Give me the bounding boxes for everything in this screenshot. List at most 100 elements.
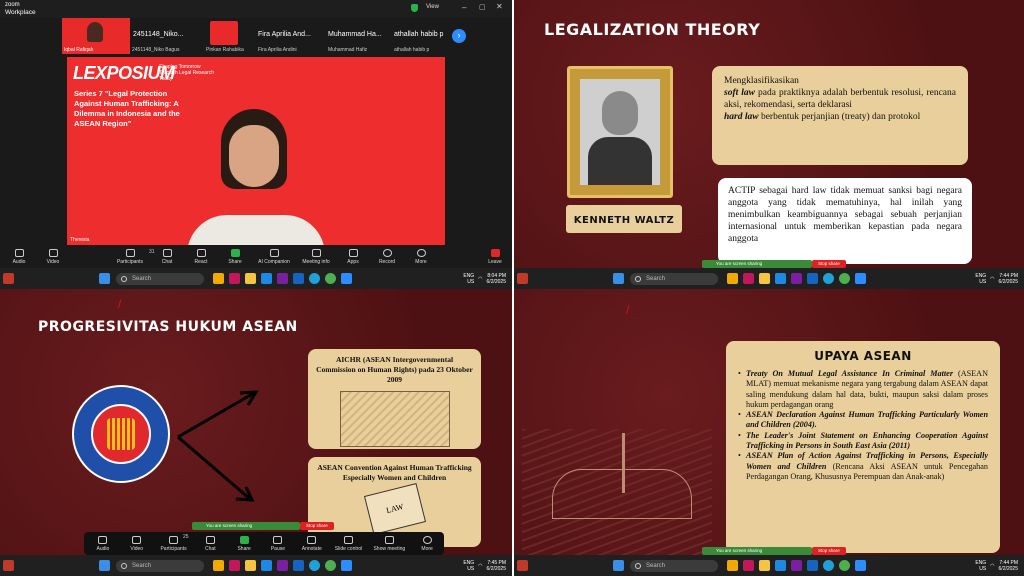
next-page-button[interactable]: › — [452, 29, 466, 43]
ai-companion-button[interactable]: AI Companion — [252, 249, 296, 265]
clock[interactable]: 7:44 PM 6/2/2025 — [999, 560, 1018, 572]
edge-icon[interactable] — [308, 560, 320, 571]
widgets-icon[interactable] — [516, 273, 528, 284]
app-icon[interactable] — [774, 560, 786, 571]
audio-button[interactable]: Audio — [86, 535, 120, 552]
search-input[interactable]: Search — [116, 272, 204, 285]
start-icon[interactable] — [612, 273, 624, 284]
search-input[interactable]: Search — [116, 559, 204, 572]
lang-indicator[interactable]: ENG US — [975, 273, 986, 285]
app-icon[interactable] — [774, 273, 786, 284]
app-icon[interactable] — [212, 273, 224, 284]
app-icon[interactable] — [742, 273, 754, 284]
share-button[interactable]: Share — [218, 249, 252, 265]
widgets-icon[interactable] — [2, 560, 14, 571]
app-icon[interactable] — [212, 560, 224, 571]
folder-icon[interactable] — [244, 273, 256, 284]
app-icon[interactable] — [292, 560, 304, 571]
widgets-icon[interactable] — [2, 273, 14, 284]
wifi-icon[interactable]: ◠ — [478, 563, 482, 569]
folder-icon[interactable] — [758, 560, 770, 571]
widgets-icon[interactable] — [516, 560, 528, 571]
participant-tile-active[interactable]: Iqbal Rafiqah — [62, 18, 130, 54]
edge-icon[interactable] — [822, 273, 834, 284]
react-button[interactable]: React — [184, 249, 218, 265]
participant-tile[interactable]: athallah habib p athallah habib p — [392, 18, 458, 54]
app-icon[interactable] — [726, 560, 738, 571]
search-input[interactable]: Search — [630, 559, 718, 572]
more-button[interactable]: More — [410, 535, 444, 552]
participant-tile[interactable]: 2451148_Niko... 2451148_Niko Bagus — [130, 18, 204, 54]
annotate-button[interactable]: Annotate — [295, 535, 329, 552]
clock[interactable]: 8:04 PM 6/2/2025 — [487, 273, 506, 285]
avatar — [210, 21, 238, 45]
edge-icon[interactable] — [308, 273, 320, 284]
participant-tile[interactable]: Pinkan Rahabika — [204, 18, 252, 54]
stop-share-button[interactable]: Stop share — [812, 260, 846, 268]
app-icon[interactable] — [260, 560, 272, 571]
share-button[interactable]: Share — [227, 535, 261, 552]
app-icon[interactable] — [806, 273, 818, 284]
leave-button[interactable]: Leave — [478, 249, 512, 265]
participant-tile[interactable]: Muhammad Ha... Muhammad Hafiz — [324, 18, 394, 54]
zoom-icon[interactable] — [340, 560, 352, 571]
app-icon[interactable] — [726, 273, 738, 284]
slide-control-button[interactable]: Slide control — [329, 535, 369, 552]
folder-icon[interactable] — [244, 560, 256, 571]
app-icon[interactable] — [292, 273, 304, 284]
start-icon[interactable] — [98, 273, 110, 284]
stop-share-button[interactable]: Stop share — [300, 522, 334, 530]
zoom-icon[interactable] — [854, 560, 866, 571]
pause-button[interactable]: Pause — [261, 535, 295, 552]
folder-icon[interactable] — [758, 273, 770, 284]
wifi-icon[interactable]: ◠ — [478, 276, 482, 282]
speaker-video: LEXPOSIUM Shaping Tomorrow Through Legal… — [67, 57, 445, 245]
chat-button[interactable]: Chat — [150, 249, 184, 265]
lang-indicator[interactable]: ENG US — [463, 560, 474, 572]
participants-button[interactable]: Participants — [110, 249, 150, 265]
maximize-icon[interactable]: ▢ — [479, 3, 486, 11]
app-icon[interactable] — [276, 560, 288, 571]
search-input[interactable]: Search — [630, 272, 718, 285]
zoom-icon[interactable] — [854, 273, 866, 284]
view-button[interactable]: View — [426, 4, 439, 10]
chrome-icon[interactable] — [324, 273, 336, 284]
start-icon[interactable] — [98, 560, 110, 571]
wifi-icon[interactable]: ◠ — [990, 563, 994, 569]
minimize-icon[interactable]: – — [462, 3, 466, 12]
apps-button[interactable]: Apps — [336, 249, 370, 265]
app-icon[interactable] — [228, 273, 240, 284]
start-icon[interactable] — [612, 560, 624, 571]
lang-indicator[interactable]: ENG US — [463, 273, 474, 285]
portrait-frame — [567, 66, 673, 198]
show-meeting-button[interactable]: Show meeting — [368, 535, 410, 552]
audio-button[interactable]: Audio — [2, 249, 36, 265]
close-icon[interactable]: ✕ — [496, 2, 503, 11]
app-icon[interactable] — [742, 560, 754, 571]
app-icon[interactable] — [276, 273, 288, 284]
participant-tile[interactable]: Fira Aprilia And... Fira Aprilia Andini — [256, 18, 322, 54]
clock[interactable]: 7:44 PM 6/2/2025 — [999, 273, 1018, 285]
wifi-icon[interactable]: ◠ — [990, 276, 994, 282]
zoom-icon[interactable] — [340, 273, 352, 284]
app-icon[interactable] — [790, 560, 802, 571]
chrome-icon[interactable] — [838, 273, 850, 284]
app-icon[interactable] — [260, 273, 272, 284]
video-button[interactable]: Video — [36, 249, 70, 265]
stop-share-button[interactable]: Stop share — [812, 547, 846, 555]
video-button[interactable]: Video — [120, 535, 154, 552]
chrome-icon[interactable] — [838, 560, 850, 571]
edge-icon[interactable] — [822, 560, 834, 571]
app-icon[interactable] — [806, 560, 818, 571]
portrait-caption: KENNETH WALTZ — [566, 205, 682, 233]
more-button[interactable]: More — [404, 249, 438, 265]
law-book-illustration: LAW — [363, 483, 426, 535]
chrome-icon[interactable] — [324, 560, 336, 571]
chat-button[interactable]: Chat — [193, 535, 227, 552]
record-button[interactable]: Record — [370, 249, 404, 265]
clock[interactable]: 7:45 PM 6/2/2025 — [487, 560, 506, 572]
meeting-info-button[interactable]: Meeting info — [296, 249, 336, 265]
app-icon[interactable] — [790, 273, 802, 284]
app-icon[interactable] — [228, 560, 240, 571]
lang-indicator[interactable]: ENG US — [975, 560, 986, 572]
